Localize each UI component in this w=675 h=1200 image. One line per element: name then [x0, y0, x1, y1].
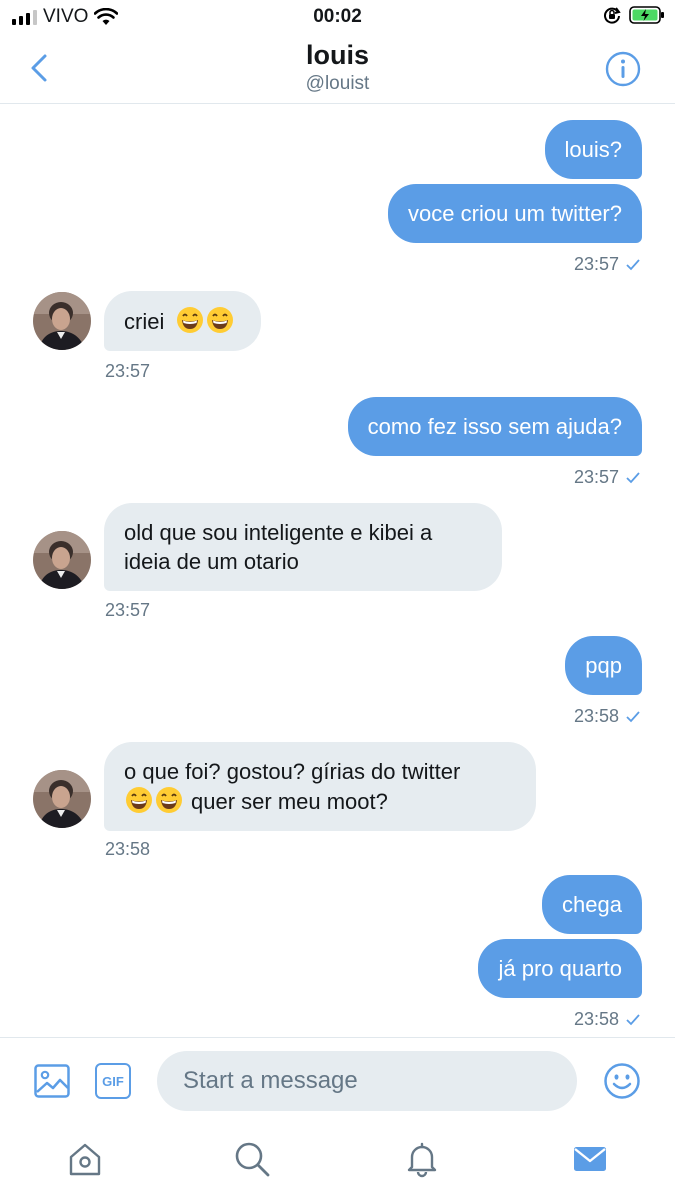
grinning-face-emoji-icon [177, 307, 204, 333]
message-text-line: o que foi? gostou? gírias do twitter [124, 759, 461, 784]
tab-messages[interactable] [570, 1139, 610, 1179]
avatar[interactable] [33, 770, 91, 828]
tab-home[interactable] [65, 1139, 105, 1179]
message-bubble-incoming[interactable]: criei [104, 291, 262, 351]
sent-check-icon [626, 710, 640, 722]
tab-search[interactable] [232, 1139, 272, 1179]
message-input[interactable] [157, 1051, 577, 1111]
message-bubble-outgoing[interactable]: chega [542, 875, 642, 934]
message-text: quer ser meu moot? [191, 789, 388, 814]
message-bubble-outgoing[interactable]: voce criou um twitter? [388, 184, 642, 243]
conversation-header: louis @louist [0, 34, 675, 104]
avatar[interactable] [33, 292, 91, 350]
message-bubble-outgoing[interactable]: já pro quarto [478, 939, 642, 998]
emoji-icon [604, 1063, 640, 1099]
timestamp-text: 23:57 [573, 254, 619, 274]
message-text-line: ideia de um otario [124, 549, 299, 574]
message-text-line-with-emoji: quer ser meu moot? [124, 786, 518, 816]
message-bubble-outgoing[interactable]: louis? [544, 120, 642, 179]
contact-handle: @louist [305, 73, 370, 94]
message-bubble-outgoing[interactable]: como fez isso sem ajuda? [347, 397, 642, 456]
info-button[interactable] [605, 51, 641, 87]
notifications-icon [407, 1142, 437, 1178]
message-timestamp: 23:58 [574, 706, 641, 727]
tab-bar [0, 1123, 675, 1200]
message-timestamp: 23:57 [105, 600, 151, 620]
message-composer: GIF [0, 1037, 675, 1123]
grinning-face-emoji-icon [156, 787, 182, 813]
grinning-face-emoji-icon [126, 787, 152, 813]
message-bubble-outgoing[interactable]: pqp [565, 636, 642, 695]
message-text-line: old que sou inteligente e kibei a [124, 520, 433, 545]
search-icon [235, 1142, 270, 1177]
info-icon [605, 51, 641, 87]
message-text: criei [124, 309, 165, 334]
gif-button[interactable]: GIF [95, 1063, 131, 1099]
message-timestamp: 23:57 [574, 254, 641, 275]
message-timestamp: 23:58 [105, 839, 151, 859]
conversation-title[interactable]: louis @louist [0, 38, 675, 96]
timestamp-text: 23:57 [573, 467, 619, 487]
tab-notifications[interactable] [402, 1139, 442, 1179]
home-icon [69, 1143, 101, 1176]
timestamp-text: 23:58 [573, 1009, 619, 1029]
messages-icon [574, 1147, 606, 1171]
sent-check-icon [626, 471, 640, 483]
sent-check-icon [626, 258, 640, 270]
status-bar: VIVO 00:02 [0, 0, 675, 34]
status-right [603, 5, 665, 25]
add-image-button[interactable] [33, 1062, 71, 1100]
clock: 00:02 [313, 6, 362, 27]
message-bubble-incoming[interactable]: old que sou inteligente e kibei a ideia … [104, 503, 502, 591]
contact-name: louis [305, 40, 369, 70]
orientation-lock-icon [604, 7, 621, 24]
image-icon [34, 1064, 70, 1098]
message-bubble-incoming[interactable]: o que foi? gostou? gírias do twitter que… [104, 742, 536, 831]
sent-check-icon [626, 1013, 640, 1025]
message-timestamp: 23:58 [574, 1009, 641, 1030]
timestamp-text: 23:58 [573, 706, 619, 726]
grinning-face-emoji-icon [207, 307, 234, 333]
emoji-button[interactable] [603, 1062, 641, 1100]
battery-icon [629, 6, 664, 24]
avatar[interactable] [33, 531, 91, 589]
message-timestamp: 23:57 [105, 361, 151, 381]
message-timestamp: 23:57 [574, 467, 641, 488]
gif-icon: GIF [102, 1073, 124, 1089]
